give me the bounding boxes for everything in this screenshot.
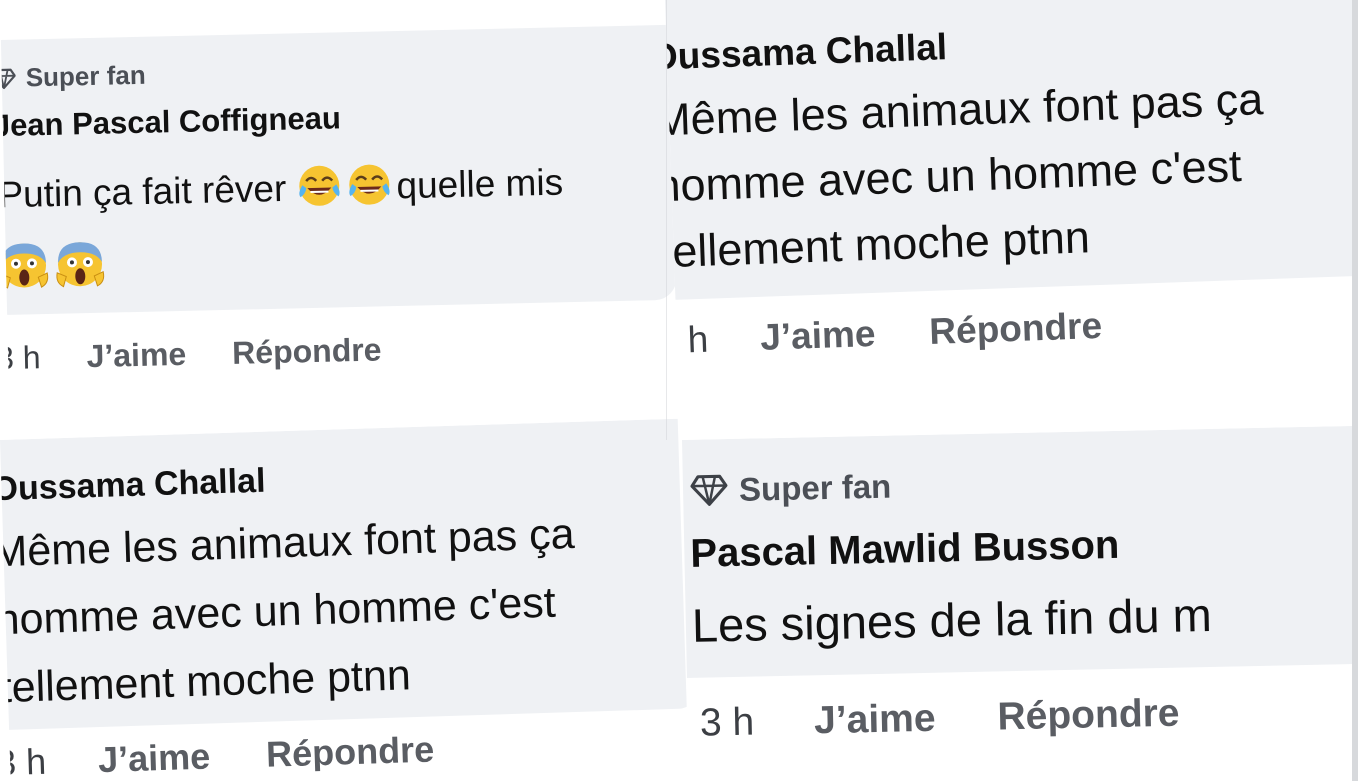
comment-text-line: Les signes de la fin du m [691, 587, 1213, 652]
author-name[interactable]: Pascal Mawlid Busson [690, 523, 1120, 577]
comment-actions: 3 h J’aime Répondre [699, 692, 1179, 746]
comment-card-coffigneau: Super fan Jean Pascal Coffigneau Putin ç… [0, 0, 680, 432]
comment-card-challal-bottom: Oussama Challal Même les animaux font pa… [0, 418, 689, 781]
like-button[interactable]: J’aime [97, 736, 210, 781]
badge-label: Super fan [738, 467, 892, 508]
diamond-icon [689, 473, 730, 508]
collage-seam-vertical [666, 0, 667, 440]
comment-actions: 3 h J’aime Répondre [0, 729, 435, 781]
like-button[interactable]: J’aime [814, 697, 936, 744]
face-screaming-in-fear-icon [53, 238, 106, 296]
comment-actions: 3 h J’aime Répondre [665, 305, 1103, 363]
like-button[interactable]: J’aime [86, 336, 186, 375]
like-button[interactable]: J’aime [760, 313, 877, 359]
comment-timestamp: 3 h [0, 339, 42, 377]
reply-button[interactable]: Répondre [232, 331, 382, 371]
face-with-tears-of-joy-icon [296, 162, 343, 218]
badge-label: Super fan [25, 59, 146, 93]
reply-button[interactable]: Répondre [929, 305, 1103, 353]
reply-button[interactable]: Répondre [265, 729, 434, 776]
comment-emoji-line [0, 238, 111, 298]
comment-timestamp: 3 h [0, 740, 47, 781]
comment-actions: 3 h J’aime Répondre [0, 331, 382, 377]
face-screaming-in-fear-icon [0, 239, 51, 297]
face-with-tears-of-joy-icon [346, 161, 393, 217]
diamond-icon [0, 67, 16, 90]
reply-button[interactable]: Répondre [997, 692, 1180, 740]
collage-edge-right [1352, 0, 1358, 781]
comment-card-challal-top: Oussama Challal Même les animaux font pa… [665, 0, 1358, 420]
super-fan-badge: Super fan [689, 468, 892, 510]
comment-timestamp: 3 h [699, 700, 755, 745]
comment-card-busson: Super fan Pascal Mawlid Busson Les signe… [682, 425, 1358, 781]
super-fan-badge: Super fan [0, 60, 146, 94]
collage-canvas: { "comments": [ { "badge": "Super fan", … [0, 0, 1358, 781]
